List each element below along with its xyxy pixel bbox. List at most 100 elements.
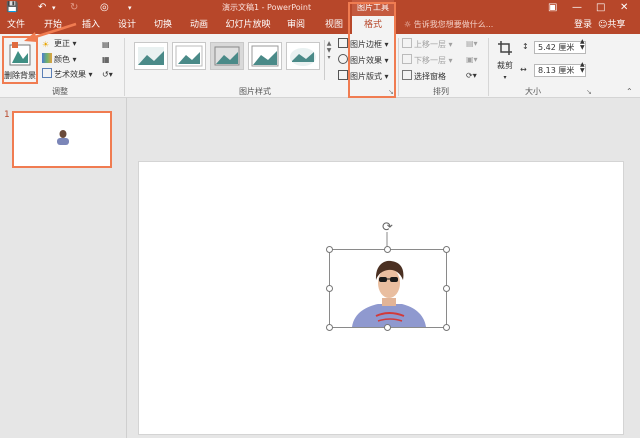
height-icon: ↕ (522, 42, 529, 51)
align-icon[interactable]: ▤▾ (466, 38, 478, 50)
tab-home[interactable]: 开始 (38, 16, 68, 34)
maximize-icon[interactable]: □ (596, 1, 605, 15)
tab-format[interactable]: 格式 (352, 16, 394, 34)
share-button[interactable]: ☺共享 (598, 16, 625, 34)
close-icon[interactable]: ✕ (620, 1, 628, 15)
tab-insert[interactable]: 插入 (76, 16, 106, 34)
slides-pane: 1 (0, 98, 127, 438)
separator (124, 38, 125, 96)
bring-forward-button[interactable]: 上移一层 ▾ (402, 38, 453, 51)
save-icon[interactable]: 💾 (6, 1, 18, 15)
style-preview-icon (138, 47, 164, 65)
picture-layout-label: 图片版式 (350, 72, 382, 81)
remove-background-label: 删除背景 (4, 71, 36, 80)
height-field[interactable]: 5.42 厘米 (534, 41, 586, 54)
group-icon[interactable]: ▣▾ (466, 54, 478, 66)
compress-pictures-icon[interactable]: ▤ (102, 39, 110, 51)
dialog-launcher-icon[interactable]: ↘ (388, 86, 394, 98)
picture-effects-button[interactable]: 图片效果 ▾ (338, 54, 389, 67)
style-preview-icon (214, 46, 240, 66)
artistic-effects-button[interactable]: 艺术效果 ▾ (42, 68, 93, 81)
tell-me-search[interactable]: ☼ 告诉我您想要做什么... (404, 16, 493, 34)
picture-style-thumbnail[interactable] (172, 42, 206, 70)
lightbulb-icon: ☼ (404, 20, 414, 29)
height-spinner-icon[interactable]: ▲ ▼ (580, 39, 585, 51)
resize-handle-right[interactable] (443, 285, 450, 292)
picture-border-button[interactable]: 图片边框 ▾ (338, 38, 389, 51)
send-backward-button[interactable]: 下移一层 ▾ (402, 54, 453, 67)
border-icon (338, 38, 348, 48)
slide-thumbnail[interactable] (12, 111, 112, 168)
rotate-icon[interactable]: ⟳▾ (466, 70, 477, 82)
resize-handle-bottom-left[interactable] (326, 324, 333, 331)
picture-styles-group-label: 图片样式 (239, 87, 271, 96)
adjust-group-label: 调整 (52, 87, 68, 96)
width-icon: ↔ (520, 65, 527, 74)
effects-icon (338, 54, 348, 64)
picture-style-thumbnail[interactable] (248, 42, 282, 70)
picture-tools-label: 图片工具 (352, 0, 394, 16)
person-photo (352, 260, 426, 327)
size-group-label: 大小 (525, 87, 541, 96)
person-icon: ☺ (598, 20, 608, 30)
selection-pane-button[interactable]: 选择窗格 (402, 70, 446, 83)
width-spinner-icon[interactable]: ▲ ▼ (580, 62, 585, 74)
customize-toolbar-icon[interactable]: ▾ (128, 1, 132, 15)
picture-style-thumbnail[interactable] (134, 42, 168, 70)
crop-button[interactable]: 裁剪 ▾ (494, 40, 516, 84)
style-preview-icon (290, 48, 316, 66)
redo-icon[interactable]: ↻ (70, 1, 78, 15)
tab-file[interactable]: 文件 (2, 16, 30, 34)
tab-slideshow[interactable]: 幻灯片放映 (222, 16, 274, 34)
tab-design[interactable]: 设计 (112, 16, 142, 34)
tab-animations[interactable]: 动画 (184, 16, 214, 34)
arrange-group-label: 排列 (433, 87, 449, 96)
tell-me-text: 告诉我您想要做什么... (413, 20, 494, 29)
crop-label: 裁剪 (497, 61, 513, 70)
undo-icon[interactable]: ↶ (38, 1, 46, 15)
color-label: 颜色 (54, 55, 70, 64)
tab-transitions[interactable]: 切换 (148, 16, 178, 34)
selection-pane-label: 选择窗格 (414, 72, 446, 81)
resize-handle-top-left[interactable] (326, 246, 333, 253)
remove-background-button[interactable]: 删除背景 (2, 36, 38, 84)
send-backward-icon (402, 54, 412, 64)
window-title: 演示文稿1 - PowerPoint (222, 3, 312, 12)
layout-icon (338, 70, 348, 80)
sun-icon: ☀ (42, 40, 50, 49)
resize-handle-top[interactable] (384, 246, 391, 253)
change-picture-icon[interactable]: ▦ (102, 54, 110, 66)
tab-view[interactable]: 视图 (320, 16, 348, 34)
reset-picture-icon[interactable]: ↺▾ (102, 69, 113, 81)
minimize-icon[interactable]: — (572, 1, 582, 15)
collapse-ribbon-icon[interactable]: ⌃ (626, 86, 633, 98)
login-link[interactable]: 登录 (574, 16, 592, 34)
ribbon-display-icon[interactable]: ▣ (548, 1, 557, 15)
gallery-scroll[interactable]: ▲ ▼ ▾ (324, 40, 333, 80)
color-button[interactable]: 颜色 ▾ (42, 53, 77, 66)
picture-layout-button[interactable]: 图片版式 ▾ (338, 70, 389, 83)
slide-number: 1 (4, 110, 10, 120)
picture-style-thumbnail[interactable] (210, 42, 244, 70)
color-icon (42, 53, 52, 63)
resize-handle-left[interactable] (326, 285, 333, 292)
resize-handle-top-right[interactable] (443, 246, 450, 253)
title-bar: 💾 ↶ ▾ ↻ ◎ ▾ 演示文稿1 - PowerPoint 图片工具 ▣ — … (0, 0, 640, 16)
tab-review[interactable]: 审阅 (282, 16, 310, 34)
artistic-effects-icon (42, 68, 52, 78)
slideshow-from-start-icon[interactable]: ◎ (100, 1, 109, 15)
undo-dropdown-icon[interactable]: ▾ (52, 1, 56, 15)
style-preview-icon (175, 45, 203, 67)
picture-style-thumbnail[interactable] (286, 42, 320, 70)
scroll-up-icon[interactable]: ▲ (327, 40, 332, 47)
gallery-more-icon[interactable]: ▾ (327, 54, 330, 61)
selected-picture[interactable] (329, 249, 447, 328)
scroll-down-icon[interactable]: ▼ (327, 47, 332, 54)
picture-border-label: 图片边框 (350, 40, 382, 49)
resize-handle-bottom-right[interactable] (443, 324, 450, 331)
corrections-button[interactable]: ☀ 更正 ▾ (42, 38, 77, 50)
width-field[interactable]: 8.13 厘米 (534, 64, 586, 77)
remove-background-icon (9, 42, 31, 66)
size-dialog-launcher-icon[interactable]: ↘ (586, 86, 592, 98)
resize-handle-bottom[interactable] (384, 324, 391, 331)
